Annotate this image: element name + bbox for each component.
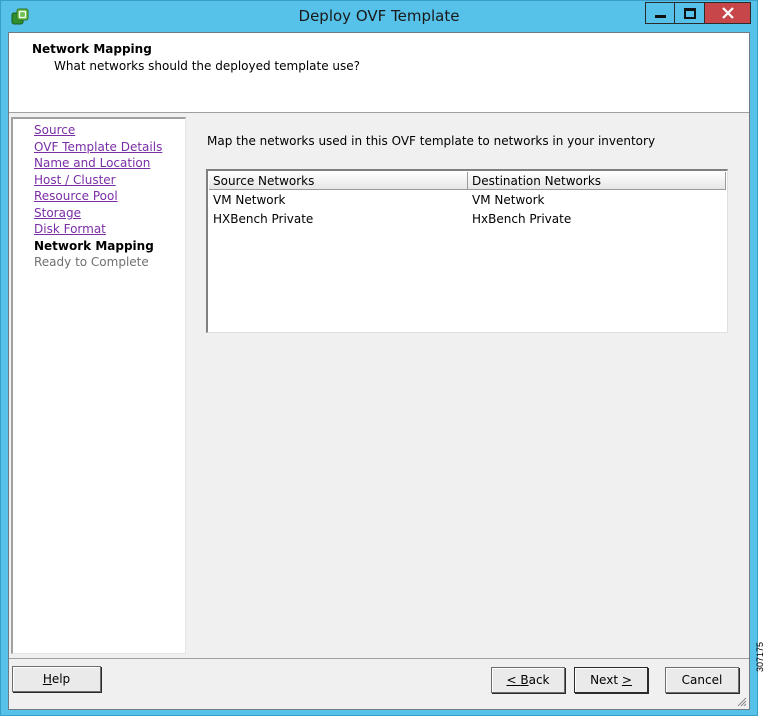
page-subtitle: What networks should the deployed templa…	[54, 59, 361, 73]
step-disk-format[interactable]: Disk Format	[34, 222, 106, 236]
help-button[interactable]: Help	[12, 666, 101, 692]
next-button[interactable]: Next >	[574, 667, 648, 693]
footer-divider	[9, 658, 749, 659]
maximize-icon	[684, 8, 696, 19]
figure-id: 307175	[755, 641, 765, 672]
step-source[interactable]: Source	[34, 123, 75, 137]
step-storage[interactable]: Storage	[34, 206, 81, 220]
step-ovf-template-details[interactable]: OVF Template Details	[34, 140, 162, 154]
column-header-source-networks[interactable]: Source Networks	[209, 172, 468, 190]
destination-network-dropdown[interactable]: HxBench Private	[472, 212, 571, 226]
title-bar[interactable]: Deploy OVF Template	[1, 1, 757, 33]
next-mnemonic: >	[621, 673, 632, 687]
step-network-mapping: Network Mapping	[34, 239, 154, 253]
help-mnemonic: H	[42, 672, 52, 686]
back-prefix: <	[506, 673, 521, 687]
next-label: Next	[590, 673, 622, 687]
wizard-steps-panel: Source OVF Template Details Name and Loc…	[11, 117, 186, 654]
cancel-button[interactable]: Cancel	[665, 667, 739, 693]
page-title: Network Mapping	[32, 42, 152, 56]
step-name-and-location[interactable]: Name and Location	[34, 156, 150, 170]
table-row[interactable]: HXBench Private HxBench Private	[208, 210, 726, 229]
dialog-client-area: Network Mapping What networks should the…	[8, 32, 750, 710]
step-ready-to-complete: Ready to Complete	[34, 255, 149, 269]
source-network-cell: VM Network	[213, 193, 286, 207]
close-button[interactable]	[705, 2, 751, 24]
column-header-destination-networks[interactable]: Destination Networks	[468, 172, 726, 190]
help-label: elp	[51, 672, 71, 686]
back-label: ack	[528, 673, 550, 687]
back-mnemonic: B	[520, 673, 529, 687]
resize-grip-icon[interactable]	[735, 695, 747, 707]
close-icon	[722, 7, 734, 19]
network-mapping-table: Source Networks Destination Networks VM …	[206, 169, 728, 333]
table-row[interactable]: VM Network VM Network	[208, 191, 726, 210]
window-title: Deploy OVF Template	[298, 7, 460, 25]
back-button[interactable]: < Back	[491, 667, 565, 693]
minimize-button[interactable]	[645, 2, 675, 24]
deploy-ovf-window: Deploy OVF Template Network Mapping What…	[0, 0, 758, 716]
minimize-icon	[655, 15, 666, 18]
destination-network-dropdown[interactable]: VM Network	[472, 193, 544, 207]
wizard-header: Network Mapping What networks should the…	[9, 33, 749, 113]
maximize-button[interactable]	[675, 2, 705, 24]
source-network-cell: HXBench Private	[213, 212, 314, 226]
step-host-cluster[interactable]: Host / Cluster	[34, 173, 116, 187]
step-resource-pool[interactable]: Resource Pool	[34, 189, 118, 203]
instructions-text: Map the networks used in this OVF templa…	[207, 134, 656, 148]
